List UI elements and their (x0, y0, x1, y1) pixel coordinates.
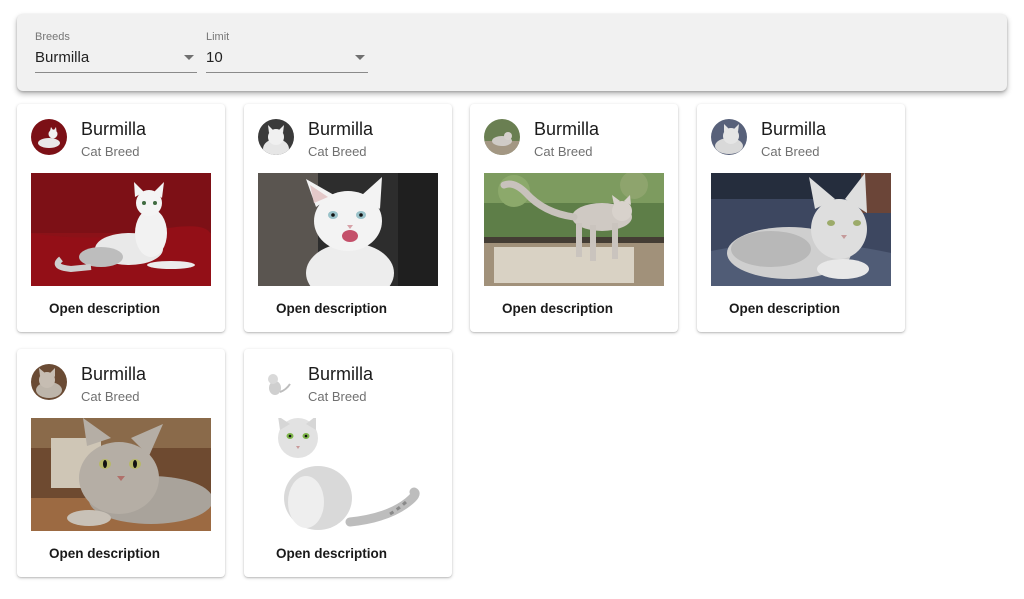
open-description-button[interactable]: Open description (39, 297, 170, 321)
breed-card: Burmilla Cat Breed Open description (17, 349, 225, 577)
breed-avatar (484, 119, 520, 155)
cat-photo (711, 173, 891, 286)
card-subtitle: Cat Breed (308, 389, 367, 404)
breed-card: Burmilla Cat Breed Open description (17, 104, 225, 332)
breed-avatar (711, 119, 747, 155)
breed-avatar (258, 364, 294, 400)
cat-photo (31, 418, 211, 531)
card-subtitle: Cat Breed (534, 144, 593, 159)
breed-avatar (31, 119, 67, 155)
breed-card: Burmilla Cat Breed Open description (470, 104, 678, 332)
card-subtitle: Cat Breed (308, 144, 367, 159)
breed-card: Burmilla Cat Breed Open description (244, 104, 452, 332)
card-title: Burmilla (761, 119, 827, 139)
card-title: Burmilla (81, 119, 147, 139)
card-title: Burmilla (308, 364, 374, 384)
breed-card: Burmilla Cat Breed Open description (244, 349, 452, 577)
cat-photo (258, 418, 438, 531)
breed-avatar (258, 119, 294, 155)
card-title: Burmilla (308, 119, 374, 139)
card-title: Burmilla (81, 364, 147, 384)
open-description-button[interactable]: Open description (266, 542, 397, 566)
open-description-button[interactable]: Open description (39, 542, 170, 566)
card-title: Burmilla (534, 119, 600, 139)
cat-photo (484, 173, 664, 286)
breed-avatar (31, 364, 67, 400)
open-description-button[interactable]: Open description (492, 297, 623, 321)
cat-photo (258, 173, 438, 286)
card-subtitle: Cat Breed (81, 389, 140, 404)
open-description-button[interactable]: Open description (719, 297, 850, 321)
open-description-button[interactable]: Open description (266, 297, 397, 321)
card-subtitle: Cat Breed (81, 144, 140, 159)
breed-card: Burmilla Cat Breed Open description (697, 104, 905, 332)
card-subtitle: Cat Breed (761, 144, 820, 159)
cat-photo (31, 173, 211, 286)
breed-card-grid: Burmilla Cat Breed Open description Burm… (0, 0, 1024, 599)
